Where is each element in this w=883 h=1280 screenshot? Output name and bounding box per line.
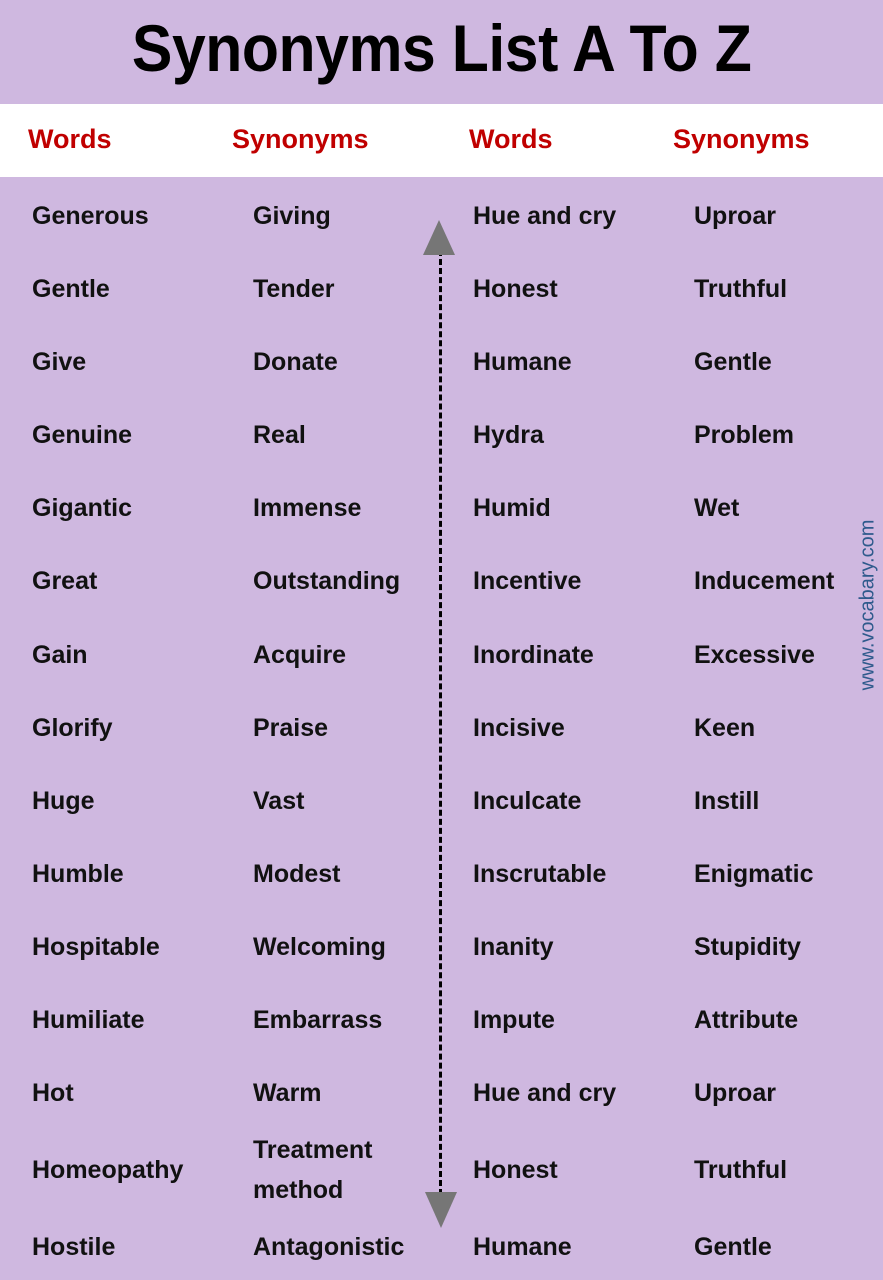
word-cell: Hue and cry [473,1079,617,1107]
header-synonyms-2: Synonyms [673,124,810,154]
synonym-cell: Giving [253,202,331,230]
synonym-cell: Modest [253,860,341,888]
word-cell: Give [32,348,87,376]
word-cell: Gain [32,641,88,669]
synonym-cell: Tender [253,275,335,303]
word-cell: Hydra [473,421,544,449]
synonym-cell: Warm [253,1079,322,1107]
synonym-cell: Gentle [694,348,772,376]
synonym-cell: Instill [694,787,760,815]
word-cell: Humble [32,860,124,888]
synonym-cell: Wet [694,494,740,522]
word-cell: Honest [473,275,558,303]
synonym-cell: Outstanding [253,567,401,595]
synonym-cell: Antagonistic [253,1233,405,1261]
synonym-cell: Keen [694,714,756,742]
word-cell: Hostile [32,1233,116,1261]
synonym-cell: Praise [253,714,329,742]
synonym-cell: Uproar [694,1079,776,1107]
synonym-cell: Real [253,421,306,449]
word-cell: Impute [473,1006,555,1034]
word-cell: Hot [32,1079,74,1107]
word-cell: Hospitable [32,933,160,961]
word-cell: Humane [473,1233,572,1261]
word-cell: Inculcate [473,787,582,815]
word-cell: Humiliate [32,1006,145,1034]
synonym-cell: Enigmatic [694,860,814,888]
synonym-cell: Acquire [253,641,347,669]
page-title: Synonyms List A To Z [131,11,752,85]
synonym-cell: Stupidity [694,933,801,961]
word-cell: Great [32,567,98,595]
synonym-cell: Vast [253,787,305,815]
header-words-1: Words [28,124,112,154]
header-synonyms-1: Synonyms [232,124,369,154]
word-cell: Homeopathy [32,1156,184,1184]
synonym-cell: Treatment method [253,1130,372,1210]
synonym-cell: Inducement [694,567,835,595]
synonym-cell: Gentle [694,1233,772,1261]
word-cell: Gentle [32,275,110,303]
header-words-2: Words [469,124,553,154]
synonym-cell: Embarrass [253,1006,383,1034]
word-cell: Huge [32,787,95,815]
synonym-cell: Truthful [694,275,788,303]
arrow-up-icon [423,220,455,255]
synonym-cell: Donate [253,348,338,376]
title-bar: Synonyms List A To Z [0,0,883,104]
synonym-cell: Excessive [694,641,815,669]
word-cell: Humane [473,348,572,376]
synonym-line: Treatment [253,1136,373,1164]
word-cell: Gigantic [32,494,133,522]
synonym-line: method [253,1176,344,1204]
synonym-cell: Truthful [694,1156,788,1184]
word-cell: Glorify [32,714,113,742]
synonym-cell: Problem [694,421,795,449]
word-cell: Generous [32,202,149,230]
watermark: www.vocabary.com [856,519,879,691]
word-cell: Humid [473,494,551,522]
word-cell: Genuine [32,421,133,449]
synonym-cell: Uproar [694,202,776,230]
word-cell: Inscrutable [473,860,607,888]
word-cell: Inordinate [473,641,594,669]
word-cell: Hue and cry [473,202,617,230]
word-cell: Incisive [473,714,565,742]
synonym-cell: Welcoming [253,933,386,961]
word-cell: Incentive [473,567,582,595]
synonym-cell: Immense [253,494,362,522]
table-header: Words Synonyms Words Synonyms [0,104,883,177]
synonym-cell: Attribute [694,1006,799,1034]
word-cell: Inanity [473,933,554,961]
arrow-down-icon [425,1192,457,1228]
dashed-arrow-line [439,250,442,1195]
word-cell: Honest [473,1156,558,1184]
